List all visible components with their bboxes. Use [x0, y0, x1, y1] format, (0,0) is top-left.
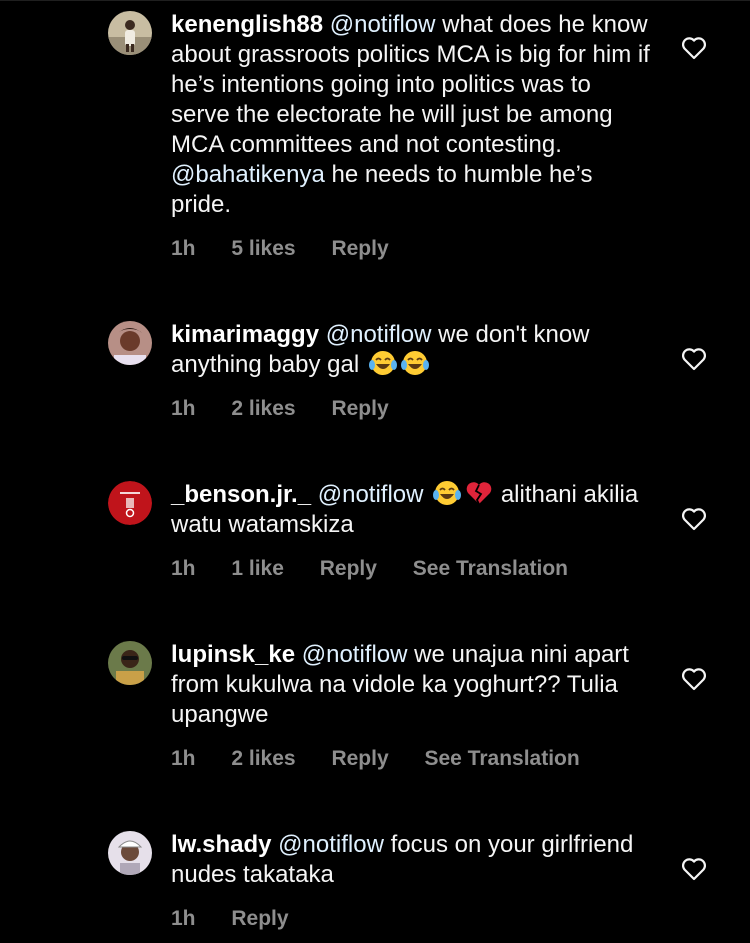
- reply-button[interactable]: Reply: [231, 907, 288, 931]
- comment-username[interactable]: lw.shady: [171, 831, 271, 858]
- see-translation-button[interactable]: See Translation: [413, 557, 568, 581]
- avatar[interactable]: [108, 11, 152, 55]
- heart-outline-icon[interactable]: [681, 36, 707, 60]
- comment-time: 1h: [171, 397, 196, 420]
- avatar[interactable]: [108, 481, 152, 525]
- comment-mention[interactable]: @bahatikenya: [171, 161, 325, 188]
- comment-time: 1h: [171, 237, 196, 260]
- divider: [0, 0, 750, 1]
- tears-of-joy-emoji: [433, 481, 462, 505]
- see-translation-button[interactable]: See Translation: [424, 747, 579, 771]
- heart-outline-icon[interactable]: [681, 667, 707, 691]
- avatar[interactable]: [108, 641, 152, 685]
- reply-button[interactable]: Reply: [331, 237, 388, 261]
- heart-outline-icon[interactable]: [681, 857, 707, 881]
- comment-username[interactable]: _benson.jr._: [171, 481, 311, 508]
- comment-mention[interactable]: @notiflow: [302, 641, 408, 668]
- broken-heart-emoji: [466, 482, 492, 505]
- heart-outline-icon[interactable]: [681, 347, 707, 371]
- comment-mention[interactable]: @notiflow: [278, 831, 384, 858]
- likes-count[interactable]: 2 likes: [231, 747, 295, 771]
- comment-mention[interactable]: @notiflow: [326, 321, 432, 348]
- comment-username[interactable]: kimarimaggy: [171, 321, 319, 348]
- tears-of-joy-emoji: [368, 351, 397, 375]
- comment-mention[interactable]: @notiflow: [330, 11, 436, 38]
- reply-button[interactable]: Reply: [320, 557, 377, 581]
- likes-count[interactable]: 5 likes: [231, 237, 295, 261]
- avatar[interactable]: [108, 321, 152, 365]
- tears-of-joy-emoji: [400, 351, 429, 375]
- avatar[interactable]: [108, 831, 152, 875]
- heart-outline-icon[interactable]: [681, 507, 707, 531]
- comment-username[interactable]: lupinsk_ke: [171, 641, 295, 668]
- comment-mention[interactable]: @notiflow: [318, 481, 424, 508]
- comment-time: 1h: [171, 907, 196, 930]
- likes-count[interactable]: 2 likes: [231, 397, 295, 421]
- reply-button[interactable]: Reply: [331, 397, 388, 421]
- reply-button[interactable]: Reply: [331, 747, 388, 771]
- comment-time: 1h: [171, 747, 196, 770]
- likes-count[interactable]: 1 like: [231, 557, 284, 581]
- comment-username[interactable]: kenenglish88: [171, 11, 323, 38]
- comment-time: 1h: [171, 557, 196, 580]
